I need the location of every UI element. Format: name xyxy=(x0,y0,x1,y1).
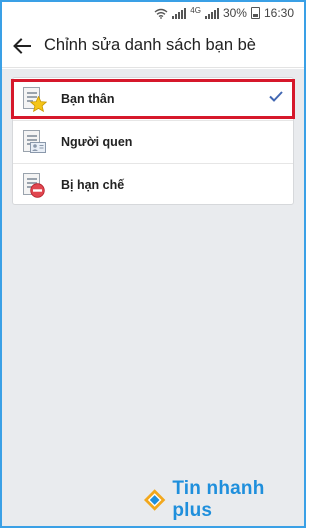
list-item-acquaintances[interactable]: Người quen xyxy=(13,121,293,163)
battery-percent: 30% xyxy=(222,6,247,20)
watermark-text: Tin nhanh plus xyxy=(172,478,265,521)
list-item-label: Bị hạn chế xyxy=(61,178,125,192)
watermark: Tin nhanh plus xyxy=(143,478,306,522)
highlight-box xyxy=(11,79,295,119)
wifi-icon xyxy=(154,8,168,19)
content-area: Bạn thân Người quen Bị hạn chế xyxy=(2,69,304,526)
list-item-label: Người quen xyxy=(61,135,133,149)
app-bar: Chỉnh sửa danh sách bạn bè xyxy=(2,24,304,68)
restricted-no-entry-icon xyxy=(21,170,47,200)
list-item-label: Bạn thân xyxy=(61,92,115,106)
page-title: Chỉnh sửa danh sách bạn bè xyxy=(44,36,256,54)
signal-icon xyxy=(172,7,187,19)
signal-icon-2 xyxy=(204,7,219,19)
checkmark-icon xyxy=(269,91,283,102)
network-type: 4G xyxy=(190,5,201,15)
close-friends-star-icon xyxy=(21,84,47,114)
friend-lists-card: Bạn thân Người quen Bị hạn chế xyxy=(11,77,295,206)
list-item-close-friends[interactable]: Bạn thân xyxy=(11,78,295,120)
battery-icon xyxy=(250,7,260,19)
watermark-logo-icon xyxy=(143,489,166,511)
clock: 16:30 xyxy=(263,6,294,20)
arrow-left-icon xyxy=(13,37,31,54)
acquaintances-card-icon xyxy=(21,127,47,157)
status-bar: 4G 30% 16:30 xyxy=(2,2,304,24)
list-item-restricted[interactable]: Bị hạn chế xyxy=(13,164,293,206)
back-button[interactable] xyxy=(2,24,42,68)
